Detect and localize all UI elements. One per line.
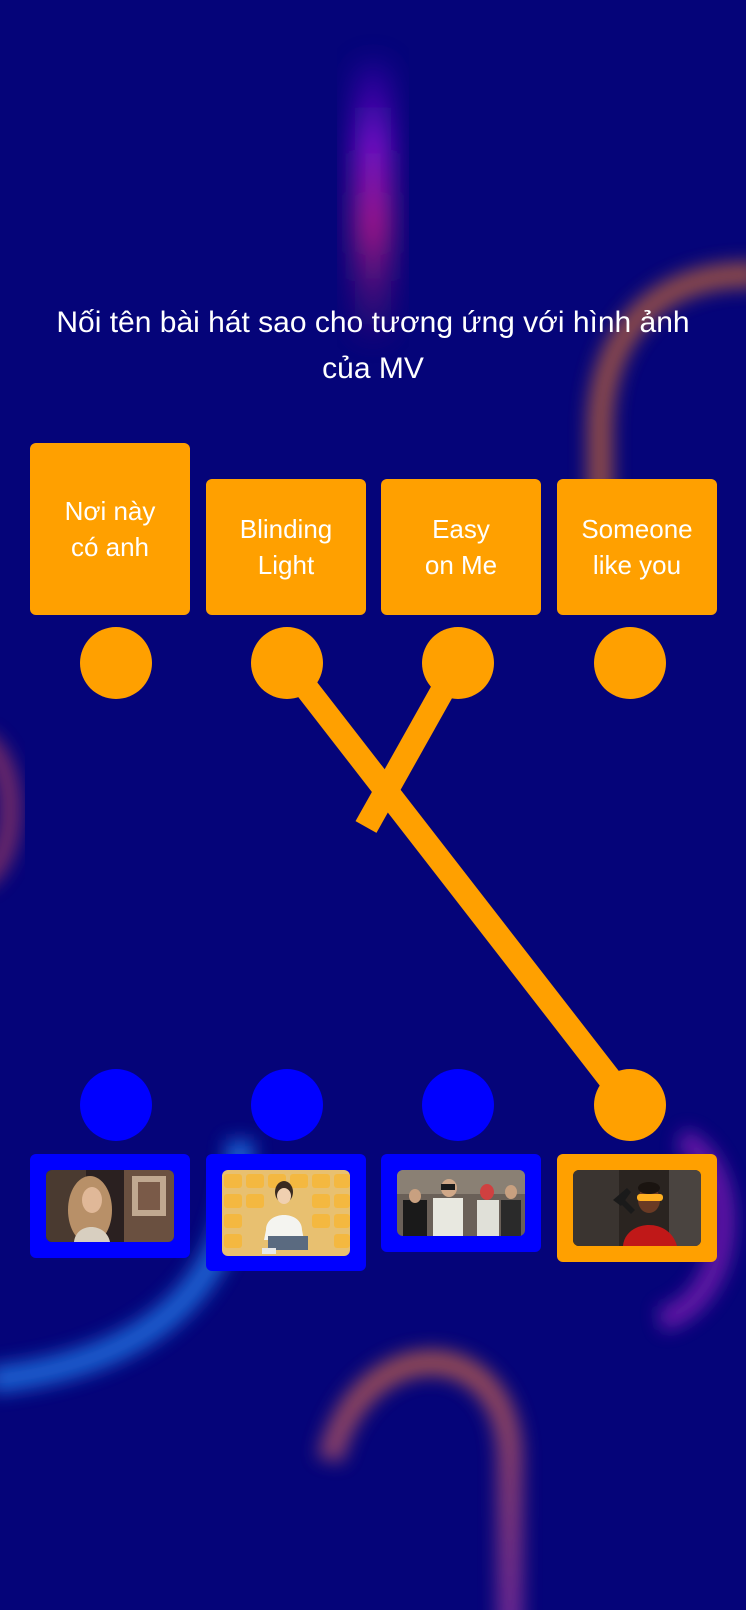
game-stage: Nối tên bài hát sao cho tương ứng với hì… — [0, 0, 746, 1610]
mv-image-card-4[interactable] — [557, 1154, 717, 1262]
song-connector-dot-2[interactable] — [251, 627, 323, 699]
song-connector-dot-3[interactable] — [422, 627, 494, 699]
mv-thumbnail-red-suit — [573, 1170, 701, 1246]
connection-lines — [277, 655, 640, 1113]
song-connector-dot-4[interactable] — [594, 627, 666, 699]
mv-image-card-1[interactable] — [30, 1154, 190, 1258]
mv-image-card-2[interactable] — [206, 1154, 366, 1271]
mv-thumbnail-party — [397, 1170, 525, 1236]
image-connector-dot-2[interactable] — [251, 1069, 323, 1141]
image-connector-dot-1[interactable] — [80, 1069, 152, 1141]
mv-image-card-3[interactable] — [381, 1154, 541, 1252]
mv-thumbnail-woman — [46, 1170, 174, 1242]
mv-thumbnail-stadium — [222, 1170, 350, 1256]
connection-line-2-to-4 — [277, 655, 640, 1113]
image-connector-dot-4[interactable] — [594, 1069, 666, 1141]
image-connector-dot-3[interactable] — [422, 1069, 494, 1141]
song-connector-dot-1[interactable] — [80, 627, 152, 699]
